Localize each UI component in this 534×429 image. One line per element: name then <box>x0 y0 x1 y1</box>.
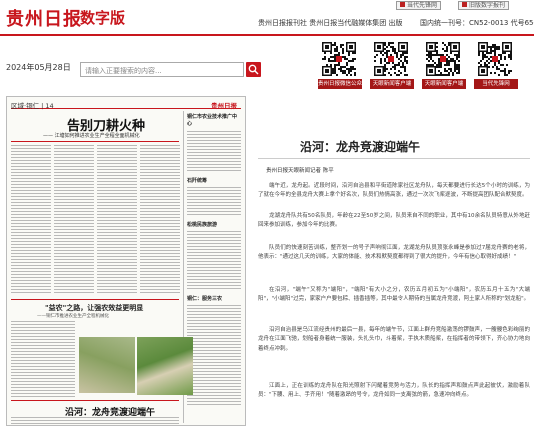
qr-code[interactable] <box>374 42 408 76</box>
old-version-icon <box>462 2 467 7</box>
text-column <box>187 305 241 405</box>
side-headline-3[interactable]: 松桃民族旅游 <box>187 221 241 228</box>
issue-date[interactable]: 2024年05月28日 <box>6 62 71 73</box>
search-input[interactable]: 请输入正要搜索的内容... <box>80 62 244 77</box>
publication-number: 国内统一刊号：CN52-0013 代号65-1 <box>420 19 534 27</box>
paper-name: 贵州日报 <box>211 102 237 110</box>
site-header: 贵州日报 数字版 当代先锋网 旧版数字报刊 贵州日报报刊社 贵州日报当代融媒体集… <box>0 0 534 34</box>
article-paragraph: 江面上，正在训练的龙舟队在阳光照射下闪耀着竞势与活力，队长的指挥声和鼓点声此起彼… <box>258 383 530 399</box>
page-header: 区域·铜仁 | 14 贵州日报 <box>11 99 241 110</box>
side-headline[interactable]: 铜仁市农业技术推广中心 <box>187 113 241 127</box>
qr-code-label: 天眼新闻客户端 <box>422 79 466 89</box>
article-paragraph: 在沿河，"端午"又称为"端阳"，"端阳"有大小之分，农历五月初五为"小端阳"，农… <box>258 287 530 303</box>
article-paragraph: 龙湖龙舟队共有50名队员，年龄在22至50岁之间，队员来自不同的职业，其中有10… <box>258 213 530 229</box>
lead-rule <box>11 141 179 142</box>
newspaper-page-thumbnail[interactable]: 区域·铜仁 | 14 贵州日报 告别刀耕火种 —— 江塘如何推进农业生产全程全面… <box>6 96 246 426</box>
article-byline: 贵州日报天眼新闻记者 陈平 <box>266 168 334 174</box>
lead-subhead: —— 江塘如何推进农业生产全程全面机械化 <box>43 133 140 139</box>
text-column <box>97 145 137 295</box>
article-title-divider <box>258 158 530 159</box>
news-photo-fields[interactable] <box>137 337 193 395</box>
text-column <box>11 321 75 399</box>
current-site-button[interactable]: 当代先锋网 <box>396 1 442 10</box>
mid-subhead: ——铜仁市推进农业生产全程机械化 <box>37 314 109 319</box>
article-paragraph: 端午近，龙舟起。近段时间，沿河自治县和平街道陈家社区龙舟队，每天都要进行长达5个… <box>258 183 530 199</box>
current-site-icon <box>400 2 405 7</box>
mid-rule <box>11 299 179 300</box>
text-column <box>187 231 241 291</box>
text-column <box>54 145 94 295</box>
side-headline-4[interactable]: 铜仁：服务三农 <box>187 295 241 302</box>
old-version-button[interactable]: 旧版数字报刊 <box>458 1 510 10</box>
page-section: 区域·铜仁 | 14 <box>11 102 54 110</box>
text-column <box>11 145 51 295</box>
publisher-info: 贵州日报报刊社 贵州日报当代融媒体集团 出版 <box>258 19 403 27</box>
header-divider <box>0 34 534 36</box>
qr-code[interactable] <box>478 42 512 76</box>
mid-headline[interactable]: "益农"之路，让强农效益更明显 <box>45 303 143 313</box>
bottom-rule <box>11 400 179 401</box>
side-headline-2[interactable]: 石阡统筹 <box>187 177 241 184</box>
text-column <box>187 187 241 217</box>
qr-code[interactable] <box>426 42 460 76</box>
article-paragraph: 沿河自治县是乌江流经贵州的最后一县，每年的端午节，江面上群舟竞船激荡的锣鼓声，一… <box>258 327 530 352</box>
text-column <box>187 131 241 173</box>
qr-code-label: 当代先锋网 <box>474 79 518 89</box>
news-photo-village[interactable] <box>79 337 135 393</box>
qr-code[interactable] <box>322 42 356 76</box>
text-column <box>11 417 179 425</box>
site-logo-subtitle: 数字版 <box>80 9 126 27</box>
search-button[interactable] <box>246 62 261 77</box>
search-icon <box>248 64 259 75</box>
qr-code-label: 贵州日报微信公众号 <box>318 79 368 89</box>
text-column <box>140 145 180 295</box>
qr-code-label: 天眼新闻客户端 <box>370 79 414 89</box>
site-logo[interactable]: 贵州日报 <box>6 5 82 31</box>
article-paragraph: 队员们的快速刻苦训练，整齐划一的号子声响彻江面，龙湖龙舟队员顶张永峰是参加过7届… <box>258 245 530 261</box>
article-title: 沿河：龙舟竞渡迎端午 <box>300 140 421 154</box>
